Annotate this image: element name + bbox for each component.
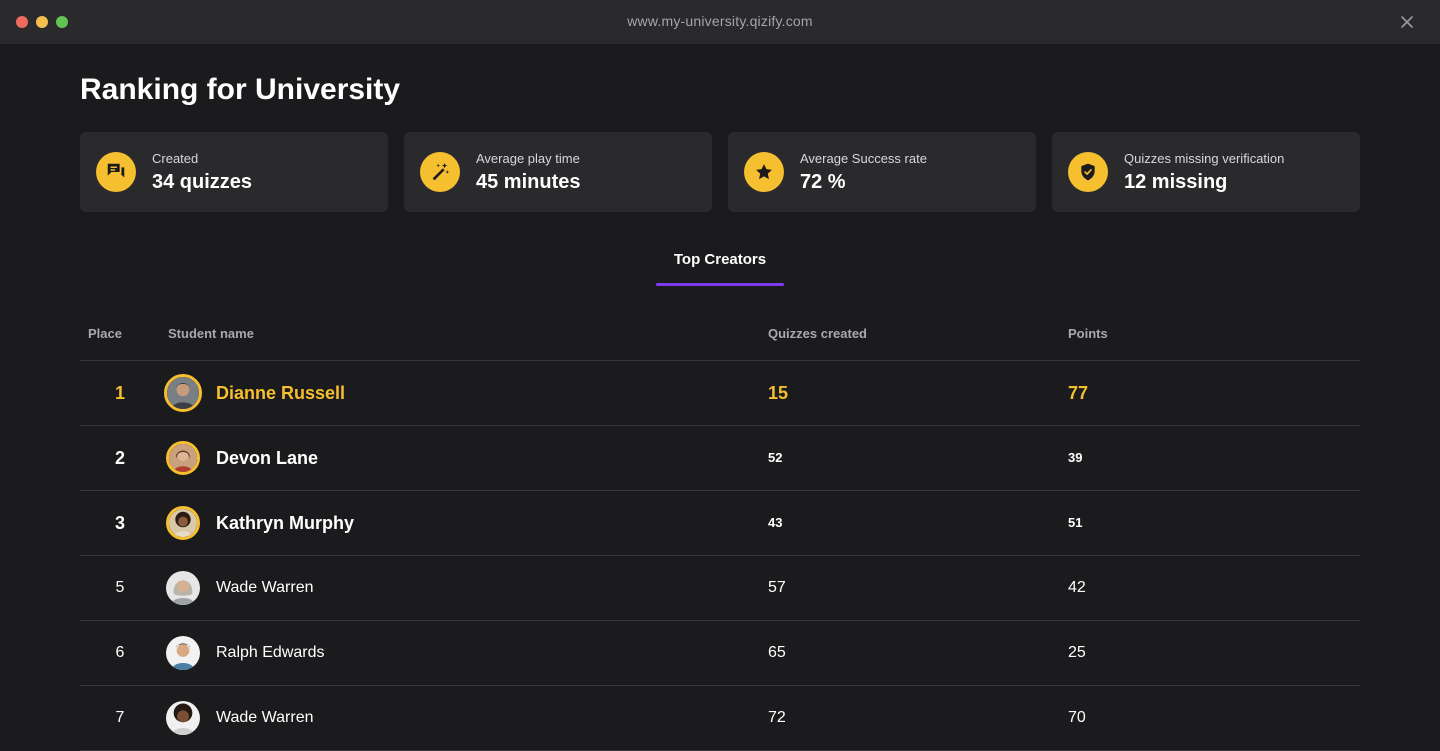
stat-label: Quizzes missing verification [1124,151,1285,166]
column-header-place[interactable]: Place [88,326,122,341]
stat-label: Average Success rate [800,151,927,166]
quizzes-created-cell: 72 [768,709,786,726]
stat-value: 12 missing [1124,171,1228,193]
table-row[interactable]: 6 Ralph Edwards 65 25 [80,621,1360,686]
chat-bubbles-icon [96,152,136,192]
quizzes-created-cell: 52 [768,450,783,465]
tab-top-creators[interactable]: Top Creators [656,248,784,286]
avatar [166,441,200,475]
quizzes-created-cell: 15 [768,383,789,403]
table-row[interactable]: 2 Devon Lane 52 39 [80,426,1360,491]
magic-wand-icon [420,152,460,192]
avatar [166,701,200,735]
place-cell: 1 [114,383,125,403]
stats-cards: Created 34 quizzes Average play time 45 … [80,132,1360,212]
stat-label: Average play time [476,151,580,166]
table-row[interactable]: 3 Kathryn Murphy 43 51 [80,491,1360,556]
stat-card-success-rate: Average Success rate 72 % [728,132,1036,212]
column-header-quizzes-created[interactable]: Quizzes created [768,326,867,341]
stat-value: 72 % [800,171,846,193]
points-cell: 42 [1068,579,1086,596]
ranking-table: Place Student name Quizzes created Point… [80,308,1360,751]
stat-value: 34 quizzes [152,171,253,193]
place-cell: 2 [114,448,125,468]
address-url: www.my-university.qizify.com [627,13,813,29]
student-name: Wade Warren [216,709,314,726]
tab-active-indicator [656,283,784,286]
star-icon [744,152,784,192]
quizzes-created-cell: 57 [768,579,786,596]
stat-card-missing-verification: Quizzes missing verification 12 missing [1052,132,1360,212]
avatar [166,506,200,540]
close-icon[interactable] [1400,15,1414,29]
table-row[interactable]: 7 Wade Warren 72 70 [80,686,1360,751]
place-cell: 6 [115,644,125,661]
student-name: Ralph Edwards [216,644,325,661]
student-name: Kathryn Murphy [216,513,355,533]
place-cell: 3 [114,513,125,533]
place-cell: 7 [115,709,125,726]
tab-label: Top Creators [673,251,767,268]
avatar [164,374,202,412]
page-title: Ranking for University [80,73,401,106]
shield-check-icon [1068,152,1108,192]
avatar [166,636,200,670]
table-header: Place Student name Quizzes created Point… [80,308,1360,361]
points-cell: 70 [1068,709,1086,726]
stat-card-created: Created 34 quizzes [80,132,388,212]
place-cell: 5 [115,579,125,596]
column-header-points[interactable]: Points [1068,326,1108,341]
avatar [166,571,200,605]
student-name: Wade Warren [216,579,314,596]
window-titlebar: www.my-university.qizify.com [0,0,1440,44]
student-name: Devon Lane [216,448,319,468]
points-cell: 25 [1068,644,1086,661]
table-row[interactable]: 1 Dianne Russell 15 77 [80,361,1360,426]
points-cell: 51 [1068,515,1083,530]
points-cell: 77 [1068,383,1089,403]
stat-value: 45 minutes [476,171,581,193]
stat-label: Created [152,151,199,166]
table-row[interactable]: 5 Wade Warren 57 42 [80,556,1360,621]
quizzes-created-cell: 43 [768,515,783,530]
student-name: Dianne Russell [216,383,346,403]
points-cell: 39 [1068,450,1083,465]
quizzes-created-cell: 65 [768,644,786,661]
column-header-student-name[interactable]: Student name [168,326,254,341]
stat-card-play-time: Average play time 45 minutes [404,132,712,212]
